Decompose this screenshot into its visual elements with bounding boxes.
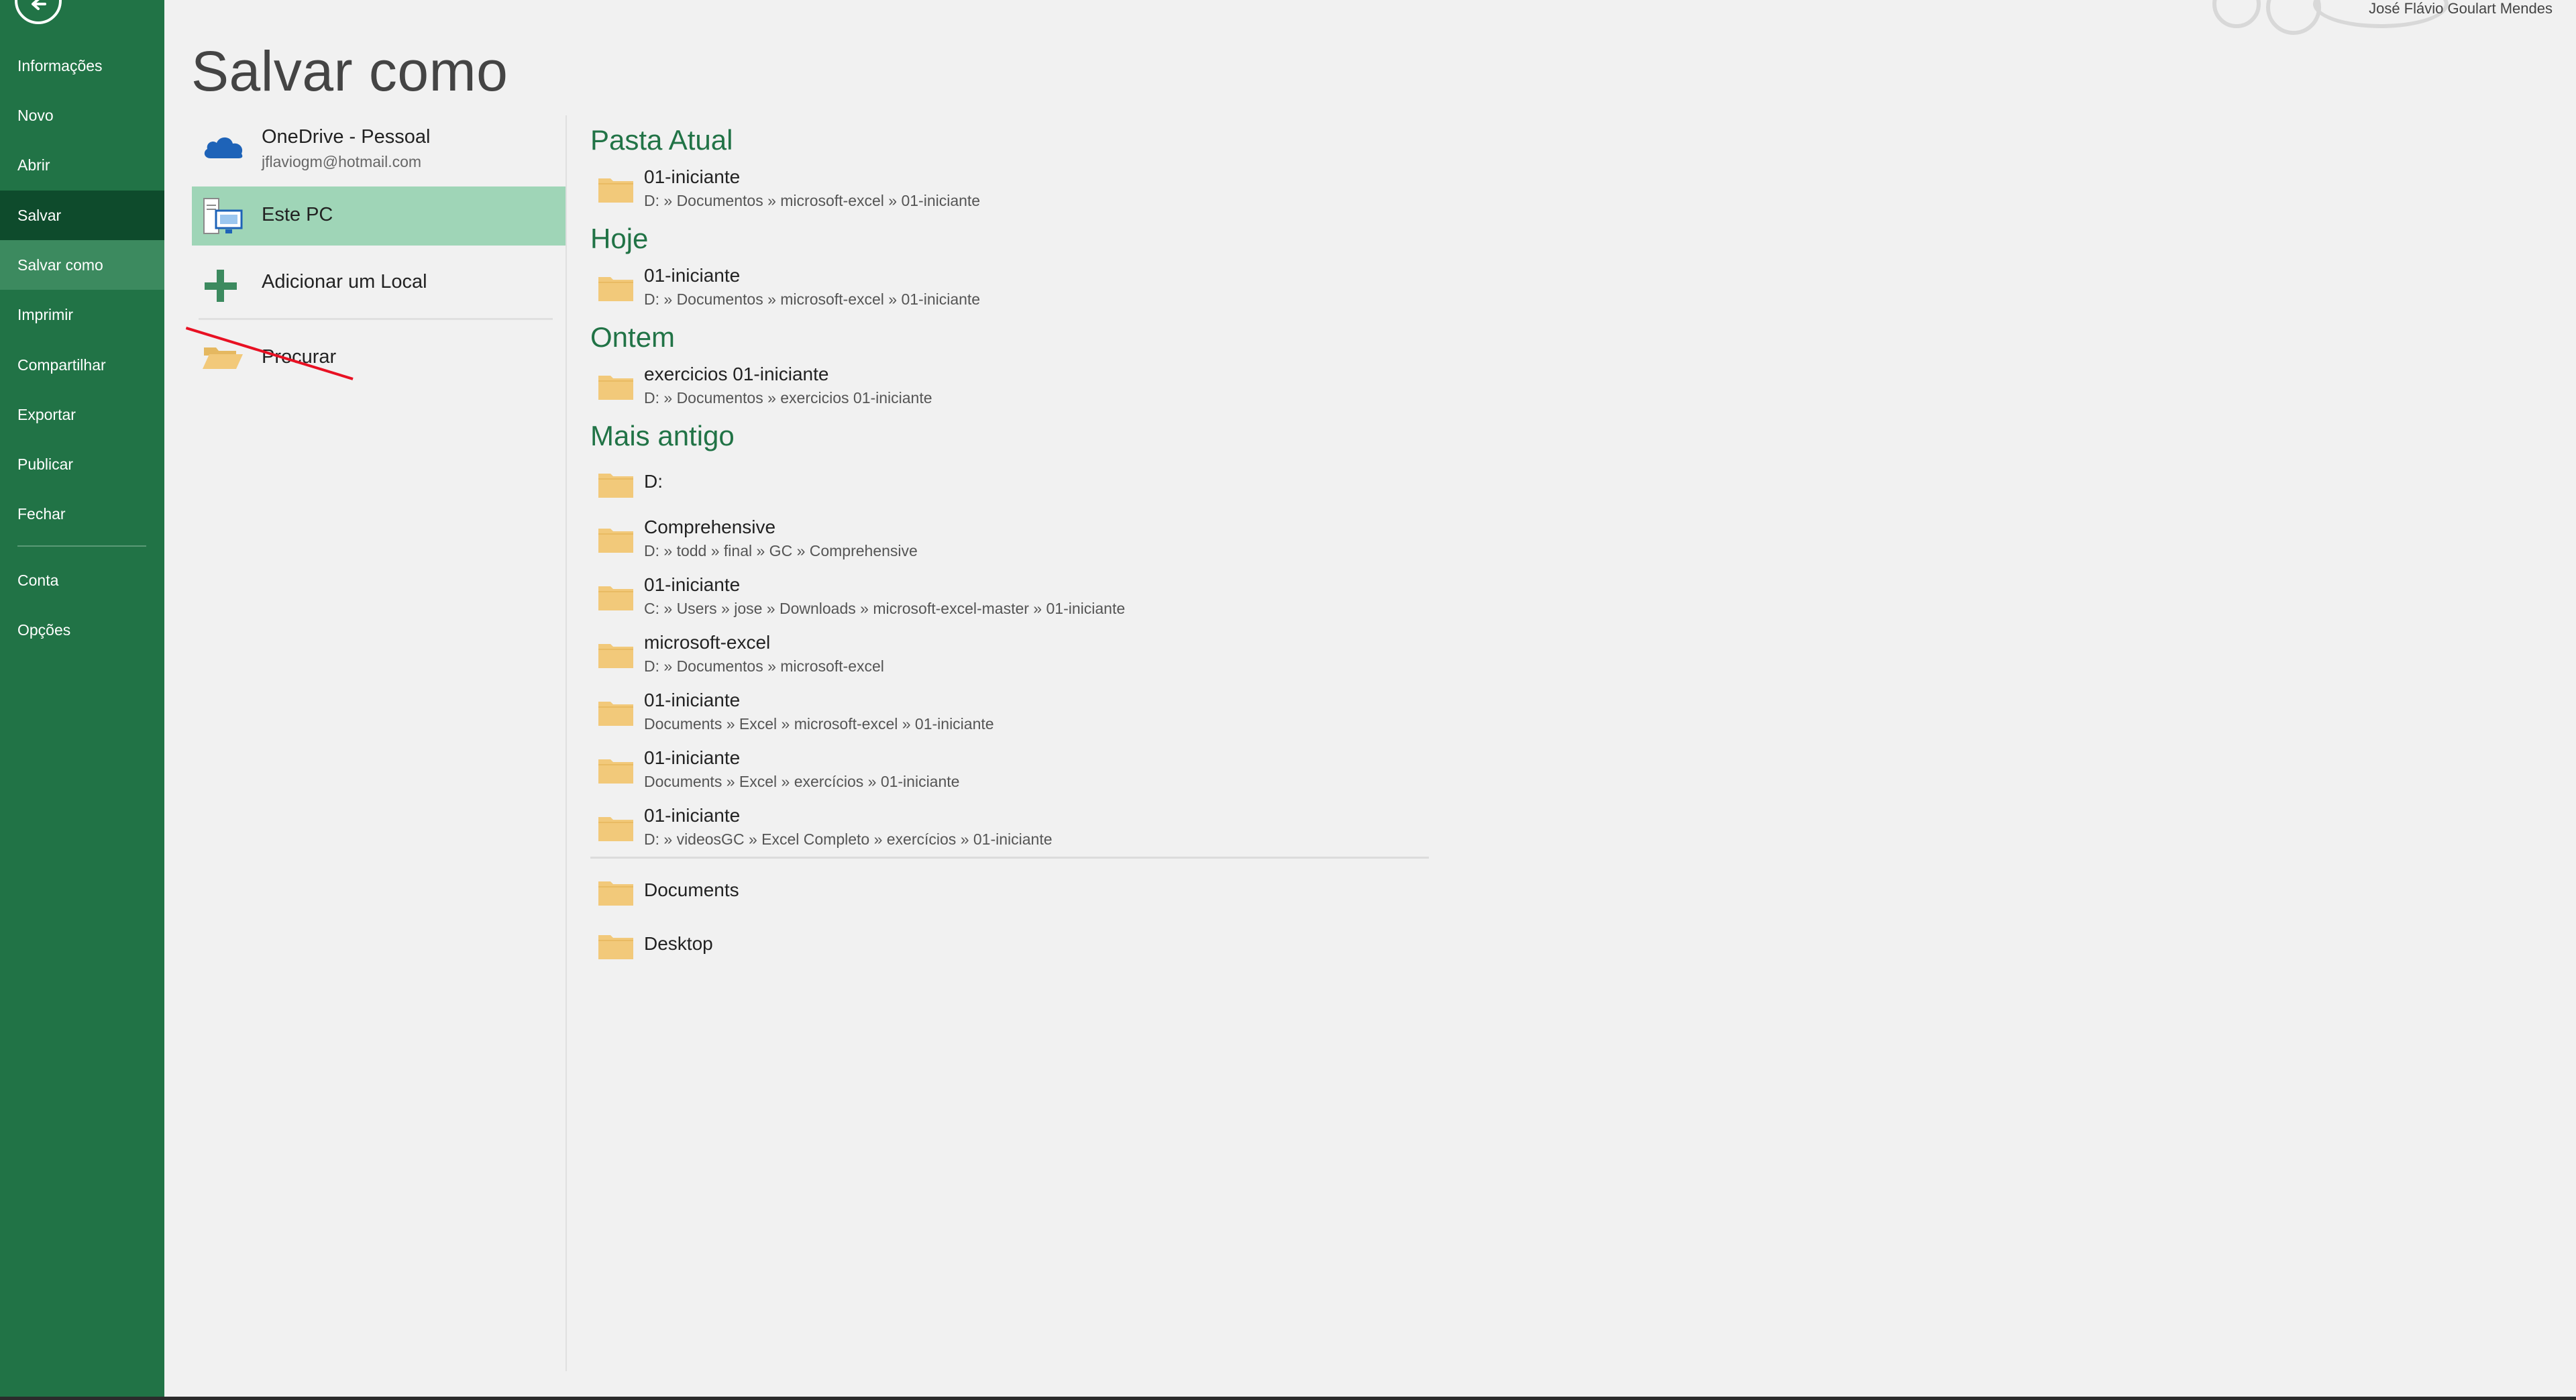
folder-name: 01-iniciante [644, 265, 741, 286]
plus-icon [205, 270, 237, 302]
folder-name: 01-iniciante [644, 805, 741, 826]
folder-item[interactable]: 01-iniciante D: » Documentos » microsoft… [590, 262, 1429, 316]
folder-name: 01-iniciante [644, 690, 741, 710]
computer-icon [203, 198, 243, 234]
location-subtitle: jflaviogm@hotmail.com [262, 153, 422, 170]
folder-icon [598, 702, 633, 726]
location-add-place[interactable]: Adicionar um Local [192, 254, 566, 313]
folder-name: 01-iniciante [644, 166, 741, 187]
folder-item[interactable]: 01-iniciante D: » Documentos » microsoft… [590, 164, 1429, 217]
group-heading-today: Hoje [590, 223, 649, 254]
location-title: Procurar [262, 346, 337, 368]
folder-path: D: » todd » final » GC » Comprehensive [644, 542, 918, 559]
location-title: Este PC [262, 204, 333, 225]
folder-name: Comprehensive [644, 517, 776, 537]
folder-icon [598, 529, 633, 553]
location-onedrive[interactable]: OneDrive - Pessoal jflaviogm@hotmail.com [192, 119, 566, 178]
group-heading-older: Mais antigo [590, 420, 735, 451]
nav-item-novo[interactable]: Novo [0, 91, 164, 140]
folder-icon [598, 474, 633, 498]
back-arrow-icon [32, 0, 46, 10]
folder-item[interactable]: 01-iniciante Documents » Excel » microso… [590, 687, 1429, 741]
folder-path: C: » Users » jose » Downloads » microsof… [644, 600, 1126, 617]
folder-icon [598, 277, 633, 301]
nav-item-salvar-como[interactable]: Salvar como [0, 240, 164, 290]
nav-item-informacoes[interactable]: Informações [0, 41, 164, 91]
folder-icon [598, 817, 633, 841]
folder-path: Documents » Excel » microsoft-excel » 01… [644, 715, 994, 733]
backstage-nav: Informações Novo Abrir Salvar Salvar com… [0, 0, 164, 1400]
nav-item-abrir[interactable]: Abrir [0, 140, 164, 190]
location-browse[interactable]: Procurar [192, 329, 566, 388]
decorative-circle [2212, 0, 2261, 28]
locations-divider [199, 318, 553, 320]
location-this-pc[interactable]: Este PC [192, 186, 566, 246]
folder-name: microsoft-excel [644, 632, 771, 653]
nav-item-exportar[interactable]: Exportar [0, 390, 164, 439]
folders-divider [590, 857, 1429, 859]
folder-icon [598, 178, 633, 203]
folder-item[interactable]: D: [590, 462, 1429, 515]
folder-path: D: » Documentos » microsoft-excel » 01-i… [644, 192, 981, 209]
column-divider [566, 115, 567, 1371]
nav-item-conta[interactable]: Conta [0, 555, 164, 605]
folder-item-documents[interactable]: Documents [590, 867, 1429, 920]
folder-path: D: » Documentos » microsoft-excel [644, 657, 884, 675]
nav-item-fechar[interactable]: Fechar [0, 489, 164, 539]
folder-item-desktop[interactable]: Desktop [590, 920, 1429, 974]
folder-path: D: » Documentos » exercicios 01-iniciant… [644, 389, 932, 407]
cloud-icon [204, 137, 243, 158]
nav-item-salvar[interactable]: Salvar [0, 191, 164, 240]
group-heading-yesterday: Ontem [590, 321, 676, 353]
folder-name: 01-iniciante [644, 747, 741, 768]
nav-divider [17, 545, 146, 547]
location-title: OneDrive - Pessoal [262, 126, 431, 148]
folder-path: D: » Documentos » microsoft-excel » 01-i… [644, 290, 981, 308]
folder-icon [598, 935, 633, 959]
nav-item-publicar[interactable]: Publicar [0, 439, 164, 489]
folder-path: Documents » Excel » exercícios » 01-inic… [644, 773, 960, 790]
nav-item-compartilhar[interactable]: Compartilhar [0, 340, 164, 390]
folder-path: D: » videosGC » Excel Completo » exercíc… [644, 830, 1053, 848]
bottom-border [0, 1397, 2576, 1400]
folder-icon [598, 376, 633, 400]
folder-item[interactable]: Comprehensive D: » todd » final » GC » C… [590, 514, 1429, 568]
folder-item[interactable]: 01-iniciante C: » Users » jose » Downloa… [590, 572, 1429, 625]
folder-item[interactable]: 01-iniciante Documents » Excel » exercíc… [590, 745, 1429, 798]
folder-icon [598, 759, 633, 784]
nav-item-opcoes[interactable]: Opções [0, 605, 164, 655]
account-name[interactable]: José Flávio Goulart Mendes [2369, 0, 2553, 17]
folder-name: D: [644, 471, 663, 492]
folder-icon [598, 586, 633, 610]
folder-name: 01-iniciante [644, 574, 741, 595]
page-title: Salvar como [191, 40, 508, 103]
location-title: Adicionar um Local [262, 271, 427, 292]
folder-item[interactable]: exercicios 01-iniciante D: » Documentos … [590, 361, 1429, 415]
folder-icon [598, 644, 633, 668]
back-button[interactable] [15, 0, 62, 24]
folder-icon [598, 881, 633, 906]
folder-name: Documents [644, 879, 739, 900]
folder-name: Desktop [644, 933, 713, 954]
nav-item-imprimir[interactable]: Imprimir [0, 290, 164, 339]
group-heading-current: Pasta Atual [590, 124, 733, 156]
folder-item[interactable]: 01-iniciante D: » videosGC » Excel Compl… [590, 802, 1429, 856]
folder-item[interactable]: microsoft-excel D: » Documentos » micros… [590, 629, 1429, 683]
folder-name: exercicios 01-iniciante [644, 364, 829, 384]
open-folder-icon [203, 347, 243, 369]
